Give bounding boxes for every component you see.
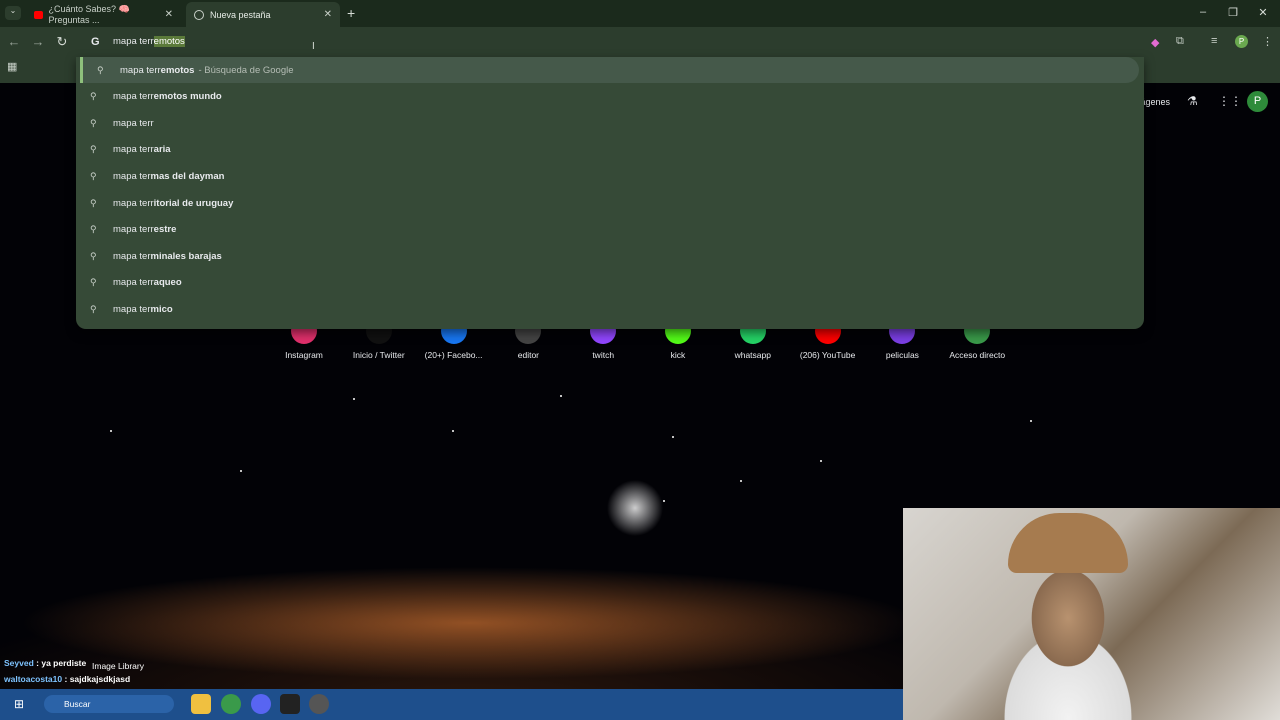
close-icon[interactable]: ✕	[165, 9, 173, 20]
search-icon: ⚲	[90, 277, 97, 288]
shortcut-label: Instagram	[285, 350, 323, 360]
close-window-button[interactable]: ✕	[1254, 6, 1272, 19]
chat-username: waltoacosta10	[4, 674, 63, 684]
search-icon: ⚲	[90, 170, 97, 181]
shortcut-label: (20+) Facebo...	[424, 350, 483, 360]
suggestion-subtitle: - Búsqueda de Google	[198, 64, 294, 76]
shortcut-label: whatsapp	[734, 350, 771, 360]
suggestion-item[interactable]: ⚲ mapa termas del dayman	[76, 163, 1144, 189]
suggestion-item[interactable]: ⚲ mapa territorial de uruguay	[76, 190, 1144, 216]
taskbar-search[interactable]: Buscar	[44, 695, 174, 713]
back-icon[interactable]: ←	[5, 34, 23, 49]
shortcut-label: peliculas	[885, 350, 919, 360]
search-icon: ⚲	[90, 250, 97, 261]
suggestion-text: mapa termico	[113, 303, 173, 315]
shortcut-label: twitch	[592, 350, 615, 360]
search-icon: ⚲	[90, 117, 97, 128]
chat-message: waltoacosta10 : sajdkajsdkjasd	[4, 674, 130, 684]
search-icon: ⚲	[90, 197, 97, 208]
extensions-puzzle-icon[interactable]: ⧉	[1176, 35, 1184, 48]
suggestion-item[interactable]: ⚲ mapa terraqueo	[76, 270, 1144, 296]
suggestion-text: mapa territorial de uruguay	[113, 197, 234, 209]
minimize-button[interactable]: –	[1194, 6, 1212, 18]
chrome-icon	[194, 9, 204, 20]
chat-text: : sajdkajsdkjasd	[64, 674, 131, 684]
forward-icon[interactable]: →	[29, 34, 47, 49]
shortcut-label: (206) YouTube	[799, 350, 856, 360]
suggestion-item[interactable]: ⚲ mapa terr	[76, 110, 1144, 136]
suggestion-text: mapa terr	[113, 117, 154, 129]
epic-games-icon[interactable]	[280, 694, 300, 714]
close-icon[interactable]: ✕	[324, 9, 332, 20]
suggestion-text: mapa terraria	[113, 144, 171, 156]
text-cursor-icon: I	[312, 41, 315, 52]
suggestion-item[interactable]: ⚲ mapa terremotos mundo	[76, 84, 1144, 110]
address-bar-input[interactable]: mapa terremotos	[113, 36, 185, 47]
suggestion-item[interactable]: ⚲ mapa terrestre	[76, 217, 1144, 243]
chat-text: : ya perdiste	[36, 658, 87, 668]
shortcut-label: Inicio / Twitter	[352, 350, 405, 360]
suggestion-item[interactable]: ⚲ mapa termico	[76, 296, 1144, 322]
webcam-feed	[903, 508, 1280, 720]
menu-dots-icon[interactable]: ⋮	[1262, 35, 1273, 48]
shortcut-label: kick	[670, 350, 686, 360]
shortcut-label: Acceso directo	[949, 350, 1006, 360]
profile-avatar[interactable]: P	[1235, 35, 1248, 48]
search-icon: ⚲	[90, 91, 97, 102]
media-controls-icon[interactable]: ≡	[1211, 35, 1217, 47]
tab-new-tab[interactable]: Nueva pestaña ✕	[186, 2, 340, 27]
tab-title: Nueva pestaña	[210, 9, 271, 20]
search-icon: ⚲	[90, 144, 97, 155]
suggestion-text: mapa terraqueo	[113, 277, 182, 289]
google-apps-icon[interactable]: ⋮⋮	[1218, 94, 1242, 108]
apps-grid-icon[interactable]: ▦	[7, 60, 17, 73]
image-library-label: Image Library	[92, 661, 144, 671]
search-icon: ⚲	[90, 224, 97, 235]
tab-title: ¿Cuánto Sabes? 🧠 Preguntas ...	[48, 4, 130, 25]
reload-icon[interactable]: ↻	[53, 34, 71, 50]
chrome-taskbar-icon[interactable]	[221, 694, 241, 714]
suggestion-text: mapa termas del dayman	[113, 170, 225, 182]
google-account-avatar[interactable]: P	[1247, 91, 1268, 112]
extension-shield-icon[interactable]: ◆	[1151, 36, 1159, 49]
suggestion-item[interactable]: ⚲ mapa terraria	[76, 137, 1144, 163]
labs-flask-icon[interactable]: ⚗	[1187, 94, 1198, 108]
suggestion-text: mapa terminales barajas	[113, 250, 222, 262]
tab-youtube[interactable]: ¿Cuánto Sabes? 🧠 Preguntas ... ✕	[26, 2, 181, 27]
file-explorer-icon[interactable]	[191, 694, 211, 714]
search-icon: ⚲	[97, 64, 104, 75]
suggestion-text: mapa terrestre	[113, 224, 177, 236]
tab-search-button[interactable]: ⌄	[5, 6, 21, 20]
shortcut-label: editor	[517, 350, 540, 360]
suggestion-item[interactable]: ⚲ mapa terminales barajas	[76, 243, 1144, 269]
start-button[interactable]: ⊞	[14, 697, 24, 711]
discord-icon[interactable]	[251, 694, 271, 714]
new-tab-button[interactable]: +	[347, 5, 355, 21]
youtube-icon	[34, 10, 44, 19]
search-icon: ⚲	[90, 303, 97, 314]
suggestion-text: mapa terremotos	[120, 64, 195, 76]
app-icon[interactable]	[309, 694, 329, 714]
omnibox-suggestions: ⚲ mapa terremotos - Búsqueda de Google ⚲ map…	[76, 57, 1144, 329]
chat-username: Seyved	[4, 658, 34, 668]
tab-strip: ⌄ ¿Cuánto Sabes? 🧠 Preguntas ... ✕ Nueva…	[0, 0, 1280, 27]
suggestion-item[interactable]: ⚲ mapa terremotos - Búsqueda de Google	[80, 57, 1139, 83]
chat-message: Seyved : ya perdiste	[4, 658, 86, 668]
google-g-icon: G	[91, 36, 100, 48]
restore-button[interactable]: ❐	[1224, 6, 1242, 19]
suggestion-text: mapa terremotos mundo	[113, 91, 222, 103]
